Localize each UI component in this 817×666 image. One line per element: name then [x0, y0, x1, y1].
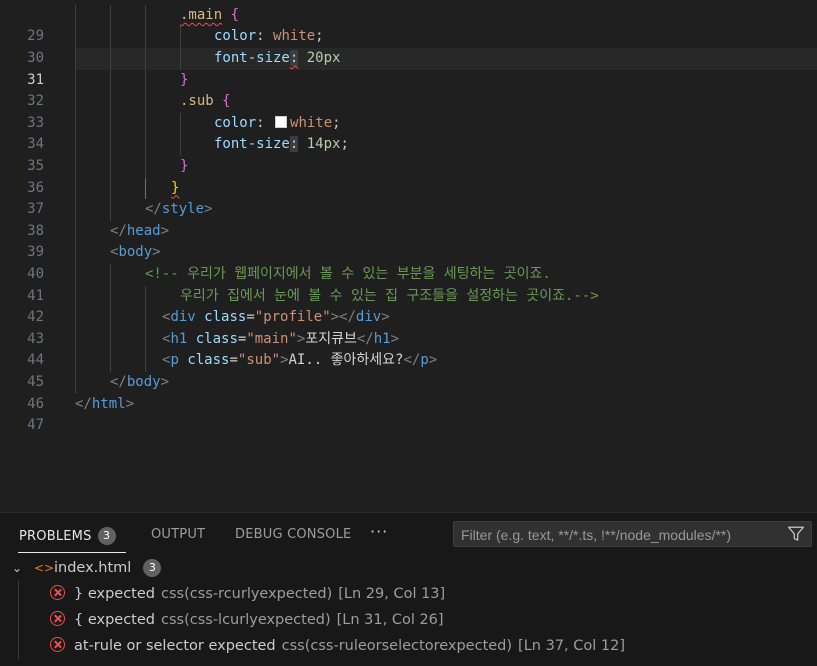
- line-number: 47: [27, 417, 44, 434]
- code-line[interactable]: 32 }: [0, 69, 817, 109]
- filter-input[interactable]: [459, 524, 773, 546]
- problem-item[interactable]: at-rule or selector expected css(css-rule…: [50, 633, 625, 659]
- code-line[interactable]: 37 }: [0, 177, 817, 217]
- code-line[interactable]: 44 <h1 class="main">포지큐브</h1>: [0, 328, 817, 368]
- filter-icon[interactable]: [787, 525, 805, 543]
- problems-filter[interactable]: [453, 521, 812, 547]
- error-icon: [50, 637, 65, 652]
- tab-debug-console[interactable]: DEBUG CONSOLE: [235, 527, 351, 542]
- chevron-down-icon[interactable]: ⌄: [12, 555, 28, 581]
- file-name: index.html: [54, 560, 132, 576]
- bottom-panel: PROBLEMS3 OUTPUT DEBUG CONSOLE ··· ⌄ <>in…: [0, 512, 817, 666]
- html-comment: <!-- 우리가 웹페이지에서 볼 수 있는 부분을 세팅하는 곳이죠.: [145, 266, 551, 282]
- problems-count-badge: 3: [97, 527, 116, 545]
- file-group-row[interactable]: ⌄ <>index.html 3: [12, 555, 162, 581]
- more-actions-icon[interactable]: ···: [370, 522, 388, 541]
- html-comment: 우리가 집에서 눈에 볼 수 있는 집 구조들을 설정하는 곳이죠.-->: [180, 287, 599, 304]
- code-line[interactable]: 41 <!-- 우리가 웹페이지에서 볼 수 있는 부분을 세팅하는 곳이죠.: [0, 264, 817, 304]
- code-line[interactable]: 40 <body>: [0, 242, 817, 282]
- code-line[interactable]: 35 font-size: 14px;: [0, 134, 817, 174]
- css-selector: .main: [180, 6, 223, 23]
- code-line[interactable]: 39 </head>: [0, 220, 817, 260]
- code-line[interactable]: 34 color: white;: [0, 112, 817, 152]
- color-swatch-icon[interactable]: [275, 115, 288, 128]
- code-line[interactable]: 46 </body>: [0, 372, 817, 412]
- code-line[interactable]: 38 </style>: [0, 199, 817, 239]
- problem-item[interactable]: { expected css(css-lcurlyexpected) [Ln 31,…: [50, 607, 444, 633]
- code-line[interactable]: 29 .main {: [0, 4, 817, 44]
- code-line[interactable]: 30 color: white;: [0, 26, 817, 66]
- code-line[interactable]: 42 우리가 집에서 눈에 볼 수 있는 집 구조들을 설정하는 곳이죠.-->: [0, 285, 817, 325]
- html-file-icon: <>: [34, 561, 55, 575]
- active-tab-indicator: [18, 552, 126, 553]
- code-line[interactable]: 43 <div class="profile"></div>: [0, 307, 817, 347]
- problem-item[interactable]: } expected css(css-rcurlyexpected) [Ln 29,…: [50, 581, 445, 607]
- panel-tabs: PROBLEMS 3 OUTPUT DEBUG CONSOLE ···: [0, 513, 817, 555]
- code-line[interactable]: 45 <p class="sub">AI.. 좋아하세요?</p>: [0, 350, 817, 390]
- error-icon: [50, 611, 65, 626]
- tree-indent-guide: [18, 581, 19, 659]
- code-line[interactable]: 33 .sub {: [0, 91, 817, 131]
- tab-problems[interactable]: PROBLEMS 3: [19, 527, 116, 545]
- tab-output[interactable]: OUTPUT: [151, 527, 205, 542]
- file-problem-count: 3: [143, 559, 162, 577]
- code-line[interactable]: 47 </html>: [0, 394, 817, 434]
- error-icon: [50, 585, 65, 600]
- code-editor[interactable]: 29 .main { 30 color: white; 31 font-size…: [0, 0, 817, 512]
- css-selector: .sub: [180, 93, 214, 110]
- code-line[interactable]: 36 }: [0, 156, 817, 196]
- code-line-current[interactable]: 31 font-size: 20px: [0, 48, 817, 88]
